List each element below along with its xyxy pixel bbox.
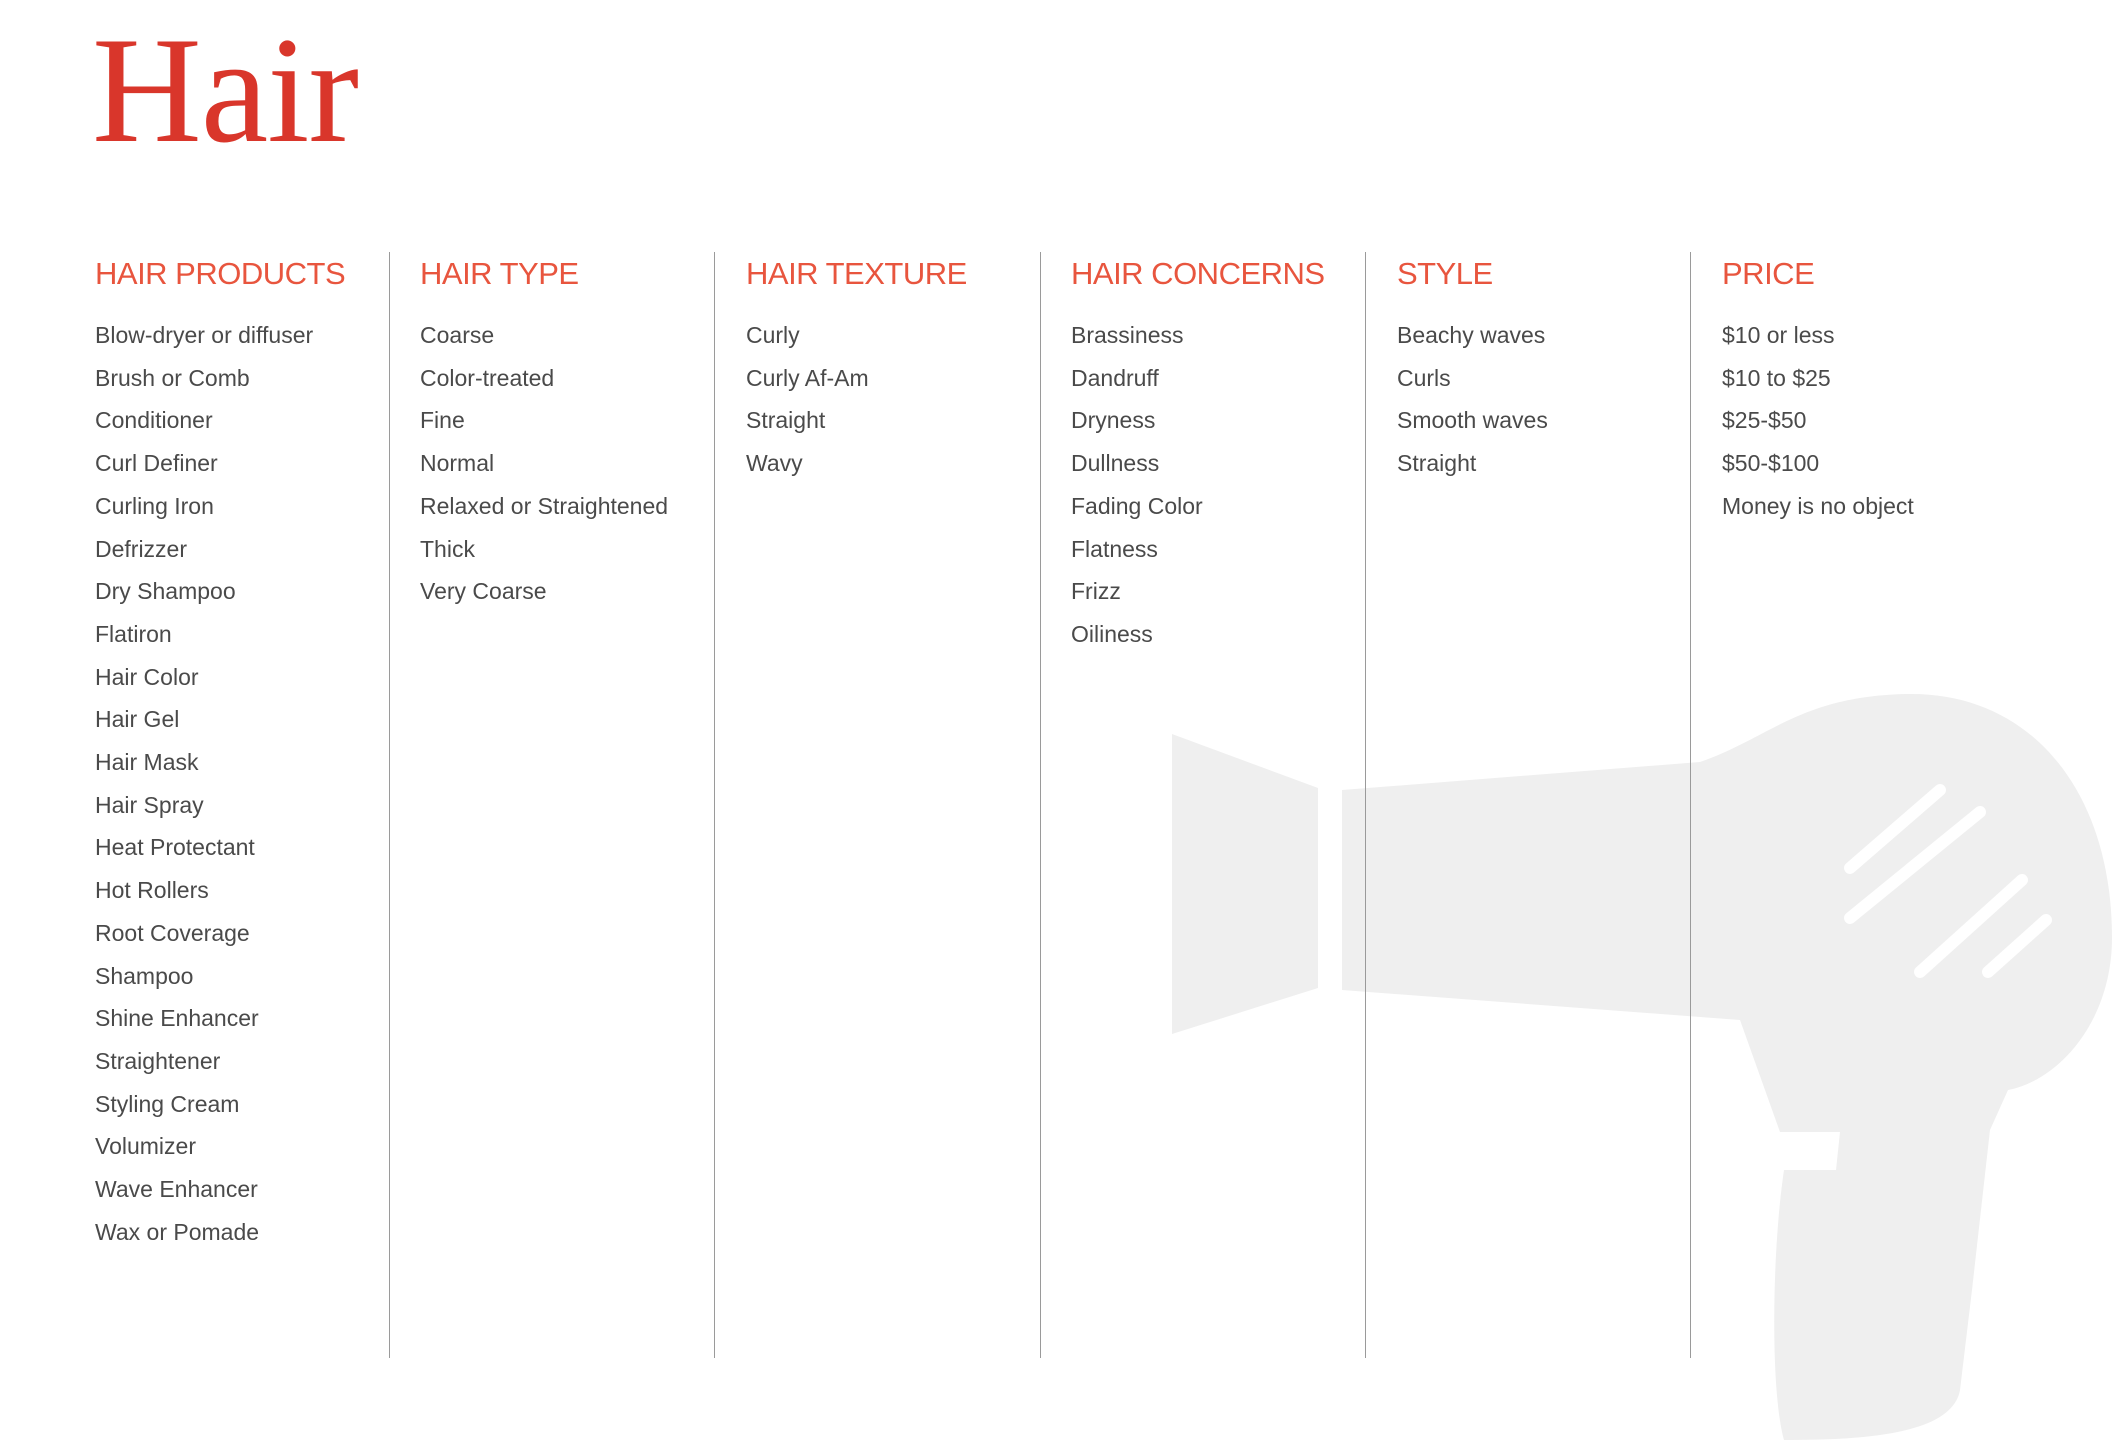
list-item: Brassiness (1071, 322, 1184, 348)
list-item: Styling Cream (95, 1090, 240, 1117)
list-item: $10 to $25 (1722, 364, 1831, 391)
list-item: Brush or Comb (95, 364, 250, 391)
column-list: Curly Curly Af-Am Straight Wavy (746, 314, 1046, 485)
list-item: Curly (746, 322, 800, 348)
list-item: Dry Shampoo (95, 578, 236, 605)
list-item: Color-treated (420, 364, 555, 391)
list-item: Normal (420, 450, 495, 477)
column-heading: HAIR PRODUCTS (95, 256, 346, 291)
list-item: Curling Iron (95, 492, 214, 519)
column-list: $10 or less $10 to $25 $25-$50 $50-$100 Mone… (1722, 314, 2022, 528)
list-item: Frizz (1071, 578, 1121, 605)
column-price: PRICE $10 or less $10 to $25 $25-$50 $50-$1… (1722, 248, 2022, 528)
list-item: Hot Rollers (95, 877, 209, 904)
list-item: Straight (746, 407, 826, 434)
column-list: Brassiness Dandruff Dryness Dullness Fading … (1071, 314, 1371, 656)
list-item: $10 or less (1722, 322, 1835, 348)
list-item: Blow-dryer or diffuser (95, 322, 314, 348)
column-heading: PRICE (1722, 256, 1815, 291)
list-item: Money is no object (1722, 492, 1914, 519)
list-item: Beachy waves (1397, 322, 1546, 348)
filter-columns: HAIR PRODUCTS Blow-dryer or diffuser Brus… (0, 0, 2112, 1440)
column-divider (1365, 252, 1366, 1358)
column-heading: HAIR TYPE (420, 256, 579, 291)
list-item: $50-$100 (1722, 450, 1820, 477)
list-item: Shine Enhancer (95, 1005, 259, 1032)
list-item: Dandruff (1071, 364, 1159, 391)
list-item: Thick (420, 535, 475, 562)
column-heading: HAIR TEXTURE (746, 256, 967, 291)
list-item: Hair Gel (95, 706, 180, 733)
list-item: $25-$50 (1722, 407, 1807, 434)
list-item: Defrizzer (95, 535, 188, 562)
column-divider (389, 252, 390, 1358)
list-item: Wavy (746, 450, 803, 477)
list-item: Shampoo (95, 962, 194, 989)
column-hair-products: HAIR PRODUCTS Blow-dryer or diffuser Brus… (95, 248, 395, 1253)
list-item: Oiliness (1071, 620, 1153, 647)
list-item: Curl Definer (95, 450, 218, 477)
column-divider (1690, 252, 1691, 1358)
list-item: Dryness (1071, 407, 1156, 434)
list-item: Heat Protectant (95, 834, 255, 861)
column-divider (1040, 252, 1041, 1358)
list-item: Coarse (420, 322, 495, 348)
list-item: Flatness (1071, 535, 1158, 562)
list-item: Very Coarse (420, 578, 547, 605)
column-hair-concerns: HAIR CONCERNS Brassiness Dandruff Dryness D… (1071, 248, 1371, 656)
list-item: Straight (1397, 450, 1477, 477)
column-hair-texture: HAIR TEXTURE Curly Curly Af-Am Straight Wav… (746, 248, 1046, 485)
list-item: Fading Color (1071, 492, 1203, 519)
column-list: Coarse Color-treated Fine Normal Relaxed or … (420, 314, 720, 613)
column-style: STYLE Beachy waves Curls Smooth waves Strai… (1397, 248, 1697, 485)
list-item: Smooth waves (1397, 407, 1548, 434)
list-item: Flatiron (95, 620, 172, 647)
list-item: Conditioner (95, 407, 213, 434)
list-item: Relaxed or Straightened (420, 492, 669, 519)
list-item: Straightener (95, 1047, 221, 1074)
list-item: Curly Af-Am (746, 364, 869, 391)
list-item: Fine (420, 407, 465, 434)
list-item: Hair Spray (95, 791, 204, 818)
column-list: Beachy waves Curls Smooth waves Straight (1397, 314, 1697, 485)
column-hair-type: HAIR TYPE Coarse Color-treated Fine Normal R… (420, 248, 720, 613)
list-item: Hair Mask (95, 749, 199, 776)
list-item: Curls (1397, 364, 1451, 391)
column-list: Blow-dryer or diffuser Brush or Comb Condi… (95, 314, 395, 1253)
column-divider (714, 252, 715, 1358)
list-item: Wax or Pomade (95, 1218, 260, 1245)
list-item: Hair Color (95, 663, 199, 690)
list-item: Root Coverage (95, 919, 250, 946)
list-item: Wave Enhancer (95, 1176, 258, 1203)
column-heading: HAIR CONCERNS (1071, 256, 1325, 291)
list-item: Volumizer (95, 1133, 196, 1160)
list-item: Dullness (1071, 450, 1160, 477)
column-heading: STYLE (1397, 256, 1493, 291)
